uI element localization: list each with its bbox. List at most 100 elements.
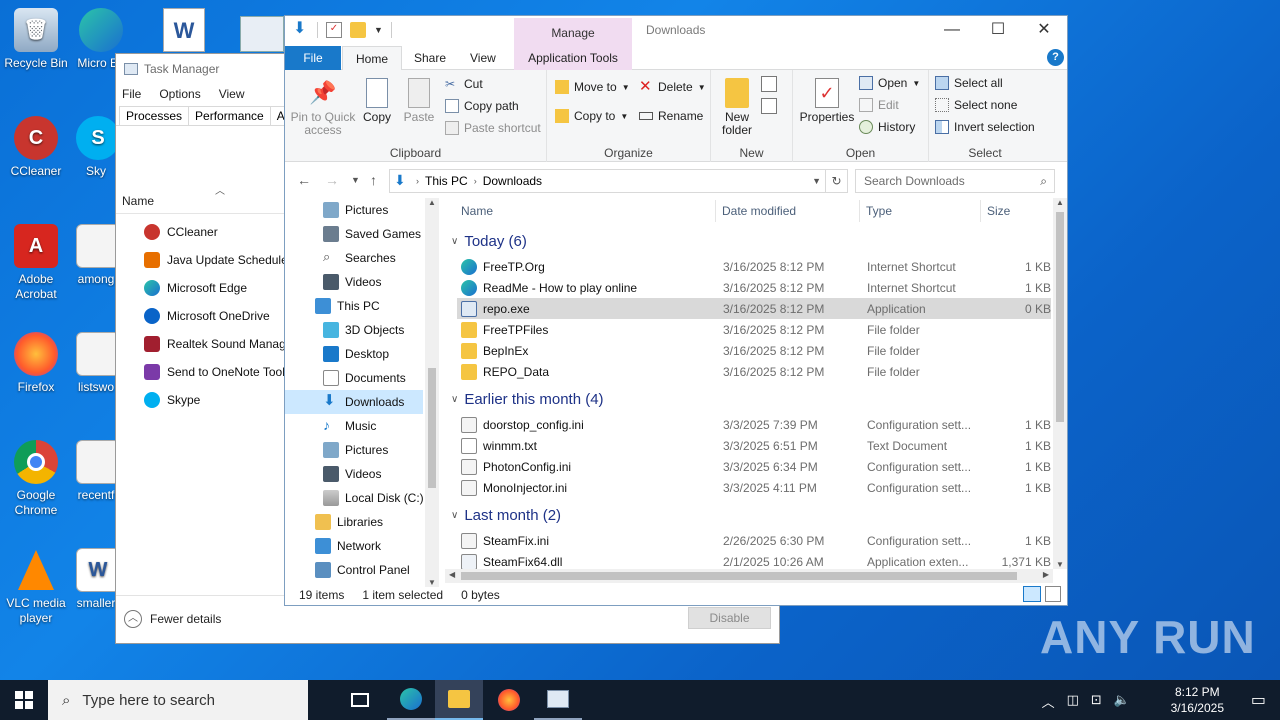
desktop-icon-adobe-acrobat[interactable]: A Adobe Acrobat: [0, 224, 72, 302]
back-arrow-icon[interactable]: ←: [297, 172, 311, 188]
properties-icon[interactable]: ✓: [326, 22, 342, 38]
scroll-left-icon[interactable]: ◀: [449, 570, 455, 579]
menu-file[interactable]: File: [122, 87, 141, 106]
nav-item-music[interactable]: ♪ Music: [323, 414, 376, 438]
list-item[interactable]: Microsoft OneDrive: [144, 302, 292, 330]
taskbar-file-explorer[interactable]: [435, 680, 483, 720]
tab-home[interactable]: Home: [342, 46, 403, 71]
edit-button[interactable]: Edit: [859, 95, 899, 115]
menu-view[interactable]: View: [219, 87, 245, 106]
file-row[interactable]: BepInEx 3/16/2025 8:12 PM File folder: [457, 340, 1051, 361]
clock[interactable]: 8:12 PM 3/16/2025: [1171, 684, 1224, 716]
list-item[interactable]: Realtek Sound Manage: [144, 330, 292, 358]
file-row[interactable]: FreeTP.Org 3/16/2025 8:12 PM Internet Shor…: [457, 256, 1051, 277]
tab-file[interactable]: File: [285, 46, 341, 70]
details-view-icon[interactable]: [1023, 586, 1041, 602]
taskbar-task-manager[interactable]: [534, 680, 582, 720]
desktop-icon-recentf[interactable]: recentf: [76, 440, 116, 503]
taskbar-firefox[interactable]: [485, 680, 533, 720]
open-button[interactable]: Open ▼: [859, 73, 920, 93]
select-none-button[interactable]: Select none: [935, 95, 1017, 115]
address-history-chevron-icon[interactable]: ▼: [812, 176, 821, 186]
file-row[interactable]: ReadMe - How to play online 3/16/2025 8:1…: [457, 277, 1051, 298]
word-doc-icon[interactable]: W: [163, 8, 205, 52]
move-to-button[interactable]: Move to ▼: [555, 77, 630, 97]
file-row[interactable]: MonoInjector.ini 3/3/2025 4:11 PM Configur…: [457, 477, 1051, 498]
paste-shortcut-button[interactable]: Paste shortcut: [445, 118, 541, 138]
list-item[interactable]: Skype: [144, 386, 292, 414]
new-folder-button[interactable]: New folder: [717, 78, 757, 137]
chevron-down-icon[interactable]: ▼: [374, 25, 383, 35]
address-bar[interactable]: ⬇ › This PC › Downloads ▼: [389, 169, 826, 193]
cut-button[interactable]: ✂ Cut: [445, 74, 483, 94]
copy-path-button[interactable]: Copy path: [445, 96, 519, 116]
column-header-type[interactable]: Type: [866, 198, 892, 224]
forward-arrow-icon[interactable]: →: [325, 172, 339, 188]
file-row[interactable]: doorstop_config.ini 3/3/2025 7:39 PM Confi…: [457, 414, 1051, 435]
desktop-icon-firefox[interactable]: Firefox: [0, 332, 72, 395]
desktop-icon-ccleaner[interactable]: C CCleaner: [0, 116, 72, 179]
rename-button[interactable]: Rename: [639, 106, 703, 126]
list-item[interactable]: Java Update Scheduler: [144, 246, 292, 274]
nav-item-network[interactable]: Network: [315, 534, 381, 558]
pin-to-quick-access-button[interactable]: 📌 Pin to Quick access: [289, 78, 357, 137]
nav-pane-scrollbar[interactable]: ▲ ▼: [425, 198, 439, 587]
file-list-vertical-scrollbar[interactable]: ▲ ▼: [1053, 198, 1067, 569]
close-button[interactable]: ✕: [1021, 16, 1067, 46]
desktop-icon-recycle-bin[interactable]: 🗑 Recycle Bin: [0, 8, 72, 71]
menu-options[interactable]: Options: [159, 87, 200, 106]
group-header-last-month[interactable]: ∨ Last month (2): [451, 504, 561, 526]
nav-item-downloads[interactable]: ⬇ Downloads: [285, 390, 423, 414]
desktop-icon-vlc[interactable]: VLC media player: [0, 548, 72, 626]
scroll-up-icon[interactable]: ▲: [1056, 198, 1064, 207]
nav-item-searches[interactable]: ⌕ Searches: [323, 246, 396, 270]
nav-item-desktop[interactable]: Desktop: [323, 342, 389, 366]
column-header-size[interactable]: Size: [987, 198, 1010, 224]
copy-to-button[interactable]: Copy to ▼: [555, 106, 628, 126]
task-view-button[interactable]: [336, 680, 384, 720]
disable-button[interactable]: Disable: [688, 607, 771, 629]
nav-item-videos[interactable]: Videos: [323, 270, 381, 294]
properties-button[interactable]: ✓ Properties: [799, 78, 855, 124]
fewer-details-button[interactable]: ︿ Fewer details: [124, 610, 221, 628]
nav-item-this-pc[interactable]: This PC: [315, 294, 380, 318]
tab-view[interactable]: View: [457, 46, 509, 70]
breadcrumb-downloads[interactable]: Downloads: [483, 174, 542, 188]
delete-button[interactable]: ✕ Delete ▼: [639, 77, 706, 97]
maximize-button[interactable]: ☐: [975, 16, 1021, 46]
scrollbar-thumb[interactable]: [1056, 212, 1064, 422]
security-icon[interactable]: ◫: [1067, 692, 1079, 711]
nav-item-saved-games[interactable]: Saved Games: [323, 222, 421, 246]
file-row[interactable]: REPO_Data 3/16/2025 8:12 PM File folder: [457, 361, 1051, 382]
taskbar-search-input[interactable]: ⌕ Type here to search: [48, 680, 308, 720]
desktop-icon-listswo[interactable]: listswo: [76, 332, 116, 395]
file-row[interactable]: FreeTPFiles 3/16/2025 8:12 PM File folder: [457, 319, 1051, 340]
file-row[interactable]: winmm.txt 3/3/2025 6:51 PM Text Document 1 …: [457, 435, 1051, 456]
group-header-earlier-this-month[interactable]: ∨ Earlier this month (4): [451, 388, 604, 410]
group-header-today[interactable]: ∨ Today (6): [451, 230, 527, 252]
copy-button[interactable]: Copy: [359, 78, 395, 124]
tab-share[interactable]: Share: [401, 46, 459, 70]
refresh-icon[interactable]: ↻: [826, 169, 848, 193]
nav-item-3d-objects[interactable]: 3D Objects: [323, 318, 404, 342]
explorer-titlebar[interactable]: ⬇ ✓ ▼ Manage Downloads — ☐ ✕: [285, 16, 1067, 46]
scroll-down-icon[interactable]: ▼: [1056, 560, 1064, 569]
scrollbar-thumb[interactable]: [428, 368, 436, 488]
help-icon[interactable]: ?: [1047, 49, 1064, 66]
start-button[interactable]: [0, 680, 48, 720]
window-file-icon[interactable]: [240, 16, 284, 52]
list-item[interactable]: Microsoft Edge: [144, 274, 292, 302]
file-row[interactable]: SteamFix.ini 2/26/2025 6:30 PM Configurati…: [457, 530, 1051, 551]
select-all-button[interactable]: Select all: [935, 73, 1003, 93]
file-row[interactable]: PhotonConfig.ini 3/3/2025 6:34 PM Configur…: [457, 456, 1051, 477]
scroll-right-icon[interactable]: ▶: [1043, 570, 1049, 579]
file-row-selected[interactable]: repo.exe 3/16/2025 8:12 PM Application 0 KB: [457, 298, 1051, 319]
minimize-button[interactable]: —: [929, 16, 975, 46]
recent-locations-chevron-icon[interactable]: ▼: [351, 175, 360, 185]
volume-icon[interactable]: 🔈: [1114, 692, 1130, 711]
invert-selection-button[interactable]: Invert selection: [935, 117, 1035, 137]
column-header-name[interactable]: Name: [461, 198, 493, 224]
easy-access-icon[interactable]: [761, 98, 777, 114]
desktop-icon-skype[interactable]: S Sky: [76, 116, 116, 179]
column-header-date-modified[interactable]: Date modified: [722, 198, 796, 224]
